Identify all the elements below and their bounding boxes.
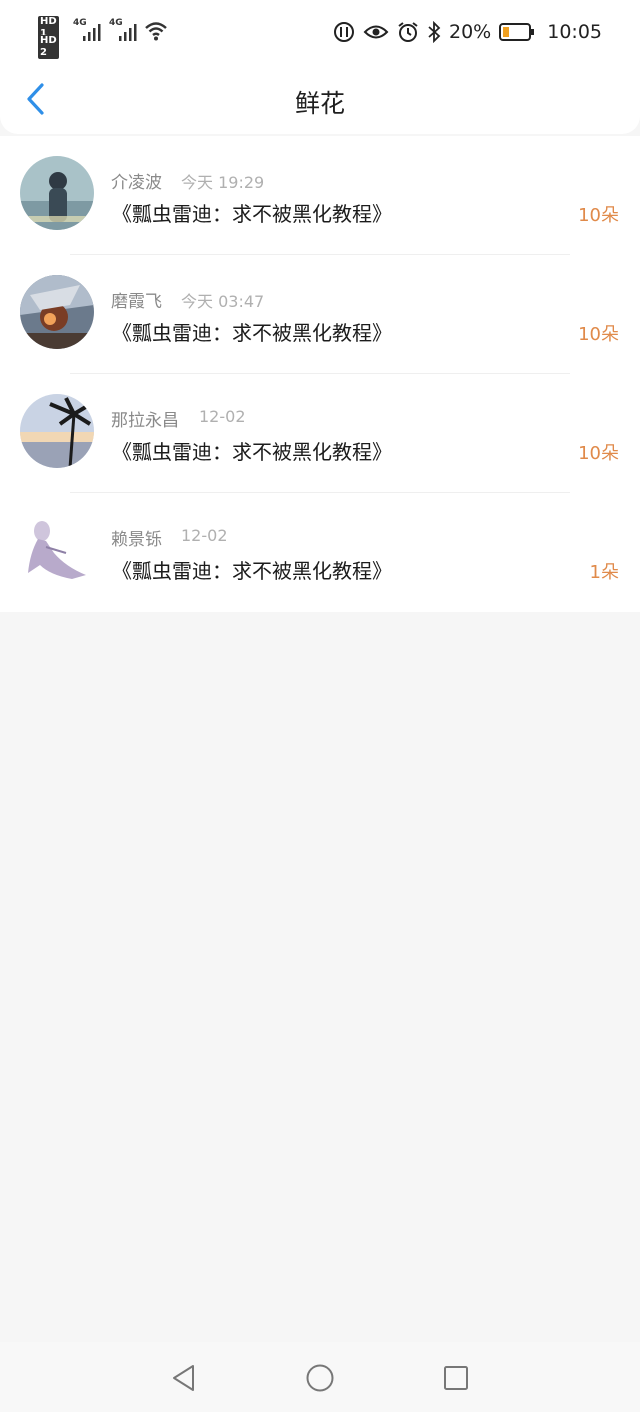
book-title: 《瓢虫雷迪：求不被黑化教程》 [112, 559, 392, 583]
flower-count: 1朵 [589, 562, 619, 583]
list-item[interactable]: 介凌波 今天 19:29 《瓢虫雷迪：求不被黑化教程》 10朵 [0, 136, 640, 255]
battery-icon [499, 23, 535, 41]
avatar[interactable] [20, 394, 94, 468]
recents-square-icon [444, 1366, 468, 1390]
nav-recents-button[interactable] [438, 1360, 474, 1396]
book-title: 《瓢虫雷迪：求不被黑化教程》 [112, 202, 392, 226]
page-title: 鲜花 [294, 89, 345, 118]
nav-back-button[interactable] [166, 1360, 202, 1396]
flower-list: 介凌波 今天 19:29 《瓢虫雷迪：求不被黑化教程》 10朵 磨霞飞 今天 0… [0, 136, 640, 612]
wifi-icon [145, 22, 167, 41]
app-header: 鲜花 [0, 64, 640, 134]
avatar[interactable] [20, 156, 94, 230]
book-title: 《瓢虫雷迪：求不被黑化教程》 [112, 440, 392, 464]
status-bar: HD 1 HD 2 4G 4G 20% 10:05 [0, 0, 640, 64]
sender-name: 赖景铄 [111, 530, 162, 550]
avatar[interactable] [20, 513, 94, 587]
sender-name: 那拉永昌 [111, 411, 179, 431]
status-right: 20% 10:05 [333, 17, 602, 47]
signal-icon [119, 24, 137, 41]
flower-count: 10朵 [578, 205, 619, 226]
back-triangle-icon [173, 1365, 194, 1391]
signal-icon [83, 24, 101, 41]
sim2-badge: HD 2 [38, 35, 59, 59]
list-item[interactable]: 那拉永昌 12-02 《瓢虫雷迪：求不被黑化教程》 10朵 [0, 374, 640, 493]
timestamp: 12-02 [199, 407, 246, 426]
avatar[interactable] [20, 275, 94, 349]
timestamp: 今天 03:47 [181, 292, 265, 311]
flower-count: 10朵 [578, 324, 619, 345]
home-circle-icon [306, 1364, 334, 1392]
nav-home-button[interactable] [302, 1360, 338, 1396]
sender-name: 磨霞飞 [111, 292, 162, 312]
timestamp: 12-02 [181, 526, 228, 545]
timestamp: 今天 19:29 [181, 173, 265, 192]
bluetooth-icon [428, 21, 441, 43]
alarm-icon [398, 22, 418, 42]
clock: 10:05 [547, 21, 602, 43]
flower-count: 10朵 [578, 443, 619, 464]
list-item[interactable]: 磨霞飞 今天 03:47 《瓢虫雷迪：求不被黑化教程》 10朵 [0, 255, 640, 374]
book-title: 《瓢虫雷迪：求不被黑化教程》 [112, 321, 392, 345]
sender-name: 介凌波 [111, 173, 162, 193]
list-item[interactable]: 赖景铄 12-02 《瓢虫雷迪：求不被黑化教程》 1朵 [0, 493, 640, 612]
battery-percent: 20% [449, 21, 492, 43]
eye-icon [363, 25, 389, 39]
data-saver-icon [334, 22, 354, 42]
system-navbar [0, 1342, 640, 1412]
